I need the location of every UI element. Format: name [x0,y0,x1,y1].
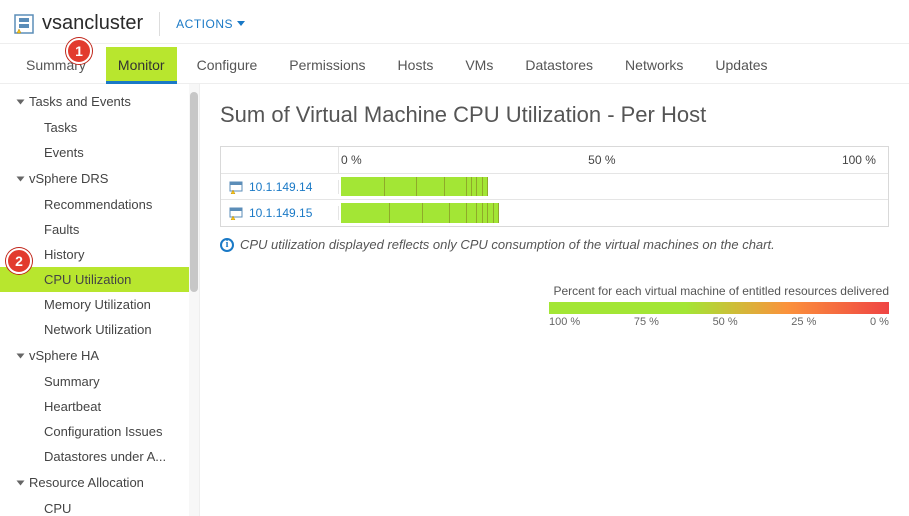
header-divider [159,12,160,36]
legend-caption: Percent for each virtual machine of enti… [549,284,889,298]
scrollbar-thumb[interactable] [190,92,198,292]
sidebar-item-configuration-issues[interactable]: Configuration Issues [0,419,199,444]
sidebar-group-vsphere-ha[interactable]: vSphere HA [0,342,199,369]
chart-header: 0 % 50 % 100 % [221,147,888,174]
sidebar-item-memory-utilization[interactable]: Memory Utilization [0,292,199,317]
legend-tick: 75 % [634,316,659,328]
chart-title: Sum of Virtual Machine CPU Utilization -… [220,102,889,128]
host-cell: 10.1.149.15 [221,206,339,220]
bar-segments [341,203,499,223]
actions-menu[interactable]: ACTIONS [176,17,245,31]
sidebar-item-network-utilization[interactable]: Network Utilization [0,317,199,342]
sidebar-item-faults[interactable]: Faults [0,217,199,242]
vm-segment[interactable] [450,203,466,223]
chevron-down-icon [17,176,25,181]
tab-hosts[interactable]: Hosts [386,47,446,83]
host-cell: 10.1.149.14 [221,180,339,194]
host-link[interactable]: 10.1.149.15 [249,206,312,220]
tab-networks[interactable]: Networks [613,47,695,83]
annotation-badge-1: 1 [66,38,92,64]
chevron-down-icon [17,353,25,358]
chart-box: 0 % 50 % 100 % 10.1.149.14 10.1.149.15 [220,146,889,227]
bar-cell [339,200,888,226]
color-legend: Percent for each virtual machine of enti… [549,284,889,328]
vm-segment[interactable] [341,177,385,196]
vm-segment[interactable] [423,203,450,223]
cluster-title: vsancluster [42,12,143,35]
sidebar-item-datastores-under-a-[interactable]: Datastores under A... [0,444,199,469]
chevron-down-icon [17,480,25,485]
group-label: vSphere HA [29,348,99,363]
chevron-down-icon [17,99,25,104]
tick-label: 0 % [341,153,362,167]
vm-segment[interactable] [445,177,467,196]
info-row: i CPU utilization displayed reflects onl… [220,237,889,252]
tab-vms[interactable]: VMs [453,47,505,83]
sidebar-item-cpu[interactable]: CPU [0,496,199,516]
sidebar-group-resource-allocation[interactable]: Resource Allocation [0,469,199,496]
group-label: vSphere DRS [29,171,108,186]
group-label: Resource Allocation [29,475,144,490]
sidebar-group-tasks-and-events[interactable]: Tasks and Events [0,88,199,115]
main-panel: Sum of Virtual Machine CPU Utilization -… [200,84,909,516]
bar-segments [341,177,488,196]
tab-permissions[interactable]: Permissions [277,47,377,83]
vm-segment[interactable] [483,177,488,196]
legend-tick: 100 % [549,316,580,328]
legend-tick: 25 % [791,316,816,328]
cluster-icon [14,14,34,34]
tab-bar: SummaryMonitorConfigurePermissionsHostsV… [0,44,909,84]
sidebar-item-events[interactable]: Events [0,140,199,165]
sidebar: Tasks and Events TasksEvents vSphere DRS Re… [0,84,200,516]
info-icon: i [220,238,234,252]
legend-tick: 50 % [713,316,738,328]
tab-updates[interactable]: Updates [703,47,779,83]
chart-rows: 10.1.149.14 10.1.149.15 [221,174,888,226]
legend-gradient [549,302,889,314]
actions-label: ACTIONS [176,17,233,31]
page-header: vsancluster ACTIONS [0,0,909,44]
bar-cell [339,174,888,199]
vm-segment[interactable] [467,203,478,223]
host-row: 10.1.149.15 [221,200,888,226]
sidebar-item-recommendations[interactable]: Recommendations [0,192,199,217]
sidebar-item-tasks[interactable]: Tasks [0,115,199,140]
host-row: 10.1.149.14 [221,174,888,200]
chart-header-spacer [221,147,339,173]
tick-label: 50 % [588,153,615,167]
annotation-badge-2: 2 [6,248,32,274]
sidebar-group-vsphere-drs[interactable]: vSphere DRS [0,165,199,192]
tab-datastores[interactable]: Datastores [513,47,605,83]
vm-segment[interactable] [390,203,423,223]
sidebar-item-cpu-utilization[interactable]: CPU Utilization [0,267,199,292]
tab-monitor[interactable]: Monitor [106,47,177,83]
chevron-down-icon [237,21,245,26]
host-icon [229,206,243,220]
host-icon [229,180,243,194]
tab-configure[interactable]: Configure [185,47,270,83]
vm-segment[interactable] [417,177,444,196]
group-label: Tasks and Events [29,94,131,109]
info-text: CPU utilization displayed reflects only … [240,237,775,252]
legend-labels: 100 % 75 % 50 % 25 % 0 % [549,316,889,328]
chart-ticks: 0 % 50 % 100 % [339,147,888,173]
host-link[interactable]: 10.1.149.14 [249,180,312,194]
tick-label: 100 % [842,153,876,167]
sidebar-item-heartbeat[interactable]: Heartbeat [0,394,199,419]
vm-segment[interactable] [341,203,390,223]
vm-segment[interactable] [385,177,418,196]
sidebar-item-summary[interactable]: Summary [0,369,199,394]
body: Tasks and Events TasksEvents vSphere DRS Re… [0,84,909,516]
vm-segment[interactable] [494,203,499,223]
legend-tick: 0 % [870,316,889,328]
